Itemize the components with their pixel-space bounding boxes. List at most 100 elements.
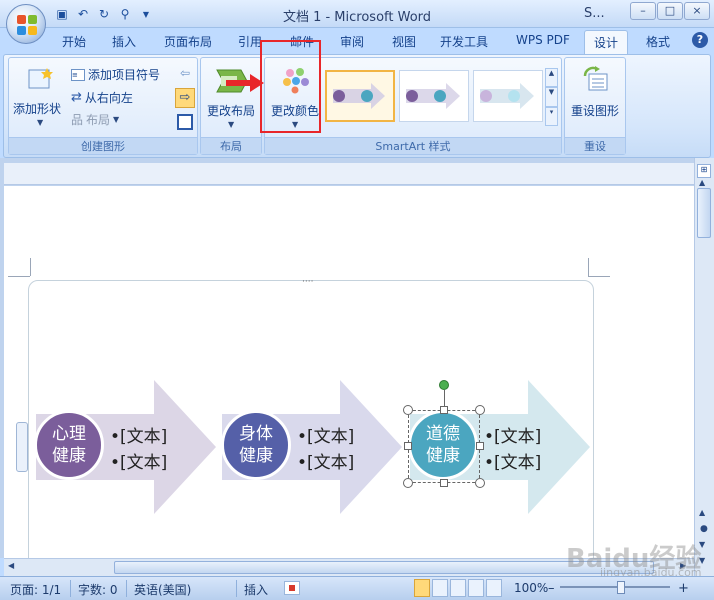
node-1-bullet-1[interactable]: •[文本] (110, 422, 167, 447)
status-insert-mode[interactable]: 插入 (244, 581, 268, 598)
help-button[interactable]: ? (692, 32, 708, 48)
zoom-slider-knob[interactable] (617, 581, 625, 594)
layout-group-label: 布局 (201, 137, 261, 154)
resize-handle-w[interactable] (404, 442, 412, 450)
status-page[interactable]: 页面: 1/1 (10, 581, 61, 598)
node-circle-2[interactable]: 身体 健康 (221, 410, 291, 480)
window-controls: – □ × (629, 2, 710, 20)
macro-record-dot-icon (289, 585, 295, 591)
window-title-extra: S... (584, 6, 605, 21)
gallery-down-icon[interactable]: ▼ (545, 87, 558, 107)
add-shape-button[interactable]: 添加形状 ▼ (13, 62, 67, 132)
gallery-more-icon[interactable]: ▾ (545, 106, 558, 126)
style-preview-3-icon (480, 83, 534, 109)
zoom-level[interactable]: 100% (514, 581, 548, 595)
web-layout-icon[interactable] (450, 579, 466, 597)
smartart-style-thumb-3[interactable] (473, 70, 543, 122)
layout-button[interactable]: 品 布局 ▼ (71, 111, 119, 128)
node-1-line1: 心理 (52, 424, 86, 444)
resize-handle-se[interactable] (475, 478, 485, 488)
change-colors-highlight (260, 40, 321, 133)
zoom-out-button[interactable]: – (548, 581, 555, 596)
tab-developer[interactable]: 开发工具 (440, 33, 488, 50)
tab-format[interactable]: 格式 (646, 33, 670, 50)
add-bullet-button[interactable]: ≡ 添加项目符号 (71, 66, 160, 83)
tab-design[interactable]: 设计 (584, 30, 629, 54)
tab-view[interactable]: 视图 (392, 33, 416, 50)
resize-handle-n[interactable] (440, 406, 448, 414)
reset-graphic-label: 重设图形 (571, 104, 620, 118)
minimize-button[interactable]: – (630, 2, 656, 20)
view-buttons (414, 579, 504, 597)
tab-review[interactable]: 审阅 (340, 33, 364, 50)
hierarchy-icon: 品 (71, 113, 84, 127)
macro-record-icon[interactable] (284, 581, 300, 595)
status-separator (70, 580, 71, 597)
reset-graphic-button[interactable]: 重设图形 (567, 62, 625, 132)
node-2-bullet-1[interactable]: •[文本] (297, 422, 354, 447)
status-separator (236, 580, 237, 597)
node-1-bullet-2[interactable]: •[文本] (110, 448, 167, 473)
zoom-slider[interactable] (560, 586, 670, 588)
resize-handle-nw[interactable] (403, 405, 413, 415)
title-bar: ▣ ↶ ↻ ⚲ ▼ 文档 1 - Microsoft Word S... – □… (0, 0, 714, 28)
frame-top-handle-icon[interactable]: ···· (302, 277, 313, 287)
text-pane-icon[interactable] (177, 114, 193, 130)
resize-handle-ne[interactable] (475, 405, 485, 415)
add-bullet-label: 添加项目符号 (88, 68, 161, 82)
print-layout-view-icon[interactable] (414, 579, 430, 597)
prev-page-icon[interactable]: ▲ (699, 508, 705, 517)
node-2-line2: 健康 (239, 446, 273, 466)
crop-mark-right-h (588, 276, 610, 277)
style-preview-1-icon (333, 83, 385, 109)
ruler-toggle-icon[interactable]: ⊞ (697, 164, 711, 178)
add-shape-dropdown-icon: ▼ (37, 118, 44, 127)
close-button[interactable]: × (684, 2, 710, 20)
vertical-scroll-thumb[interactable] (697, 188, 711, 238)
styles-gallery-scroll: ▲ ▼ ▾ (545, 68, 558, 126)
status-bar: 页面: 1/1 字数: 0 英语(美国) 插入 100% – + (0, 576, 714, 600)
zoom-in-button[interactable]: + (678, 581, 689, 596)
vertical-scrollbar[interactable]: ⊞ ▲ ▲ ● ▼ ▼ (694, 158, 714, 578)
node-3-bullet-2[interactable]: •[文本] (484, 448, 541, 473)
tab-page-layout[interactable]: 页面布局 (164, 33, 212, 50)
node-2-line1: 身体 (239, 424, 273, 444)
status-word-count[interactable]: 字数: 0 (78, 581, 118, 598)
reset-group: 重设图形 重设 (564, 57, 626, 155)
outline-view-icon[interactable] (468, 579, 484, 597)
promote-icon[interactable]: ⇦ (177, 66, 193, 82)
node-1-line2: 健康 (52, 446, 86, 466)
resize-handle-sw[interactable] (403, 478, 413, 488)
node-3-bullet-1[interactable]: •[文本] (484, 422, 541, 447)
rotation-handle[interactable] (439, 380, 449, 390)
office-logo-icon (17, 15, 37, 35)
gallery-up-icon[interactable]: ▲ (545, 68, 558, 88)
office-button[interactable] (6, 4, 46, 44)
reset-group-label: 重设 (565, 137, 625, 154)
maximize-button[interactable]: □ (657, 2, 683, 20)
full-screen-reading-icon[interactable] (432, 579, 448, 597)
smartart-style-thumb-1[interactable] (325, 70, 395, 122)
tab-insert[interactable]: 插入 (112, 33, 136, 50)
change-layout-dropdown-icon: ▼ (228, 120, 235, 129)
node-2-bullet-2[interactable]: •[文本] (297, 448, 354, 473)
status-language[interactable]: 英语(美国) (134, 581, 191, 598)
tab-home[interactable]: 开始 (62, 33, 86, 50)
text-pane-toggle[interactable] (16, 422, 28, 472)
horizontal-ruler (4, 163, 694, 185)
browse-object-icon[interactable]: ● (700, 524, 708, 534)
right-to-left-button[interactable]: ⇄ 从右向左 (71, 89, 133, 106)
resize-handle-e[interactable] (476, 442, 484, 450)
demote-icon[interactable]: ⇨ (175, 88, 195, 108)
tab-wps-pdf[interactable]: WPS PDF (516, 33, 570, 47)
selection-box (408, 410, 480, 483)
resize-handle-s[interactable] (440, 479, 448, 487)
draft-view-icon[interactable] (486, 579, 502, 597)
smartart-style-thumb-2[interactable] (399, 70, 469, 122)
style-preview-2-icon (406, 83, 460, 109)
scroll-up-icon[interactable]: ▲ (699, 178, 705, 187)
create-graphic-group: 添加形状 ▼ ≡ 添加项目符号 ⇄ 从右向左 品 布局 ▼ ⇦ ⇨ 创建图形 (8, 57, 198, 155)
scroll-left-icon[interactable]: ◀ (8, 561, 14, 570)
node-circle-1[interactable]: 心理 健康 (34, 410, 104, 480)
tab-references[interactable]: 引用 (238, 33, 262, 50)
